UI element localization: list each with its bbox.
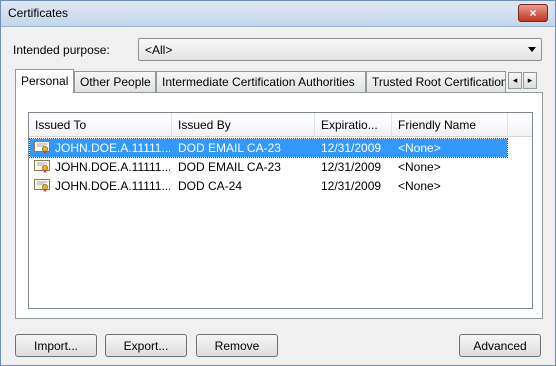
intended-purpose-value: <All> — [145, 43, 173, 57]
column-header-issued-to[interactable]: Issued To — [29, 113, 172, 137]
column-header-friendly-name[interactable]: Friendly Name — [392, 113, 508, 137]
cell-issued-by: DOD EMAIL CA-23 — [178, 141, 281, 155]
export-button[interactable]: Export... — [105, 334, 187, 357]
tab-other-people[interactable]: Other People — [74, 71, 156, 92]
tab-panel-personal: Issued To Issued By Expiratio... Friendl… — [15, 92, 543, 319]
close-icon: × — [529, 6, 537, 20]
intended-purpose-label: Intended purpose: — [13, 43, 110, 57]
cell-issued-by: DOD EMAIL CA-23 — [178, 160, 281, 174]
tab-intermediate-ca-label: Intermediate Certification Authorities — [162, 75, 355, 89]
tab-scroll-left-button[interactable]: ◂ — [508, 72, 522, 89]
cell-issued-by: DOD CA-24 — [178, 179, 243, 193]
chevron-down-icon — [528, 47, 536, 52]
cell-expiration: 12/31/2009 — [321, 179, 382, 193]
import-button[interactable]: Import... — [15, 334, 97, 357]
tab-personal-label: Personal — [21, 74, 69, 88]
cell-friendly-name: <None> — [398, 179, 441, 193]
window-title: Certificates — [8, 6, 69, 20]
certificate-row[interactable]: JOHN.DOE.A.11111... DOD EMAIL CA-23 12/3… — [29, 138, 508, 158]
cell-issued-to: JOHN.DOE.A.11111... — [55, 141, 170, 155]
cell-issued-to: JOHN.DOE.A.11111... — [55, 160, 170, 174]
tab-other-people-label: Other People — [80, 75, 151, 89]
import-button-label: Import... — [33, 338, 78, 353]
tab-personal[interactable]: Personal — [15, 69, 74, 93]
close-button[interactable]: × — [518, 4, 548, 22]
remove-button[interactable]: Remove — [196, 334, 278, 357]
chevron-right-icon: ▸ — [527, 75, 533, 85]
cell-issued-to: JOHN.DOE.A.11111... — [55, 179, 170, 193]
certificates-window: Certificates × Intended purpose: <All> P… — [0, 0, 556, 366]
chevron-left-icon: ◂ — [512, 75, 518, 85]
tab-trusted-root-label: Trusted Root Certification — [372, 75, 506, 89]
tab-scroll-right-button[interactable]: ▸ — [523, 72, 537, 89]
cell-friendly-name: <None> — [398, 141, 441, 155]
cell-expiration: 12/31/2009 — [321, 141, 382, 155]
certificate-icon — [34, 160, 50, 173]
export-button-label: Export... — [123, 338, 169, 353]
advanced-button-label: Advanced — [473, 338, 527, 353]
column-header-expiration[interactable]: Expiratio... — [315, 113, 392, 137]
advanced-button[interactable]: Advanced — [459, 334, 541, 357]
certificate-list[interactable]: Issued To Issued By Expiratio... Friendl… — [28, 112, 533, 309]
remove-button-label: Remove — [214, 338, 260, 353]
list-header: Issued To Issued By Expiratio... Friendl… — [29, 113, 532, 137]
certificate-icon — [34, 141, 50, 154]
certificate-icon — [34, 179, 50, 192]
column-header-label: Issued To — [35, 118, 87, 132]
certificate-row[interactable]: JOHN.DOE.A.11111... DOD CA-24 12/31/2009… — [30, 177, 507, 195]
column-header-label: Issued By — [178, 118, 231, 132]
cell-friendly-name: <None> — [398, 160, 441, 174]
tab-trusted-root[interactable]: Trusted Root Certification — [366, 71, 506, 92]
certificate-row[interactable]: JOHN.DOE.A.11111... DOD EMAIL CA-23 12/3… — [30, 158, 507, 176]
cell-expiration: 12/31/2009 — [321, 160, 382, 174]
tab-intermediate-ca[interactable]: Intermediate Certification Authorities — [156, 71, 366, 92]
column-header-label: Expiratio... — [321, 118, 378, 132]
column-header-issued-by[interactable]: Issued By — [172, 113, 315, 137]
column-header-label: Friendly Name — [398, 118, 477, 132]
tab-strip: Personal Other People Intermediate Certi… — [15, 69, 543, 93]
title-bar[interactable]: Certificates × — [1, 1, 555, 27]
intended-purpose-select[interactable]: <All> — [138, 38, 542, 61]
